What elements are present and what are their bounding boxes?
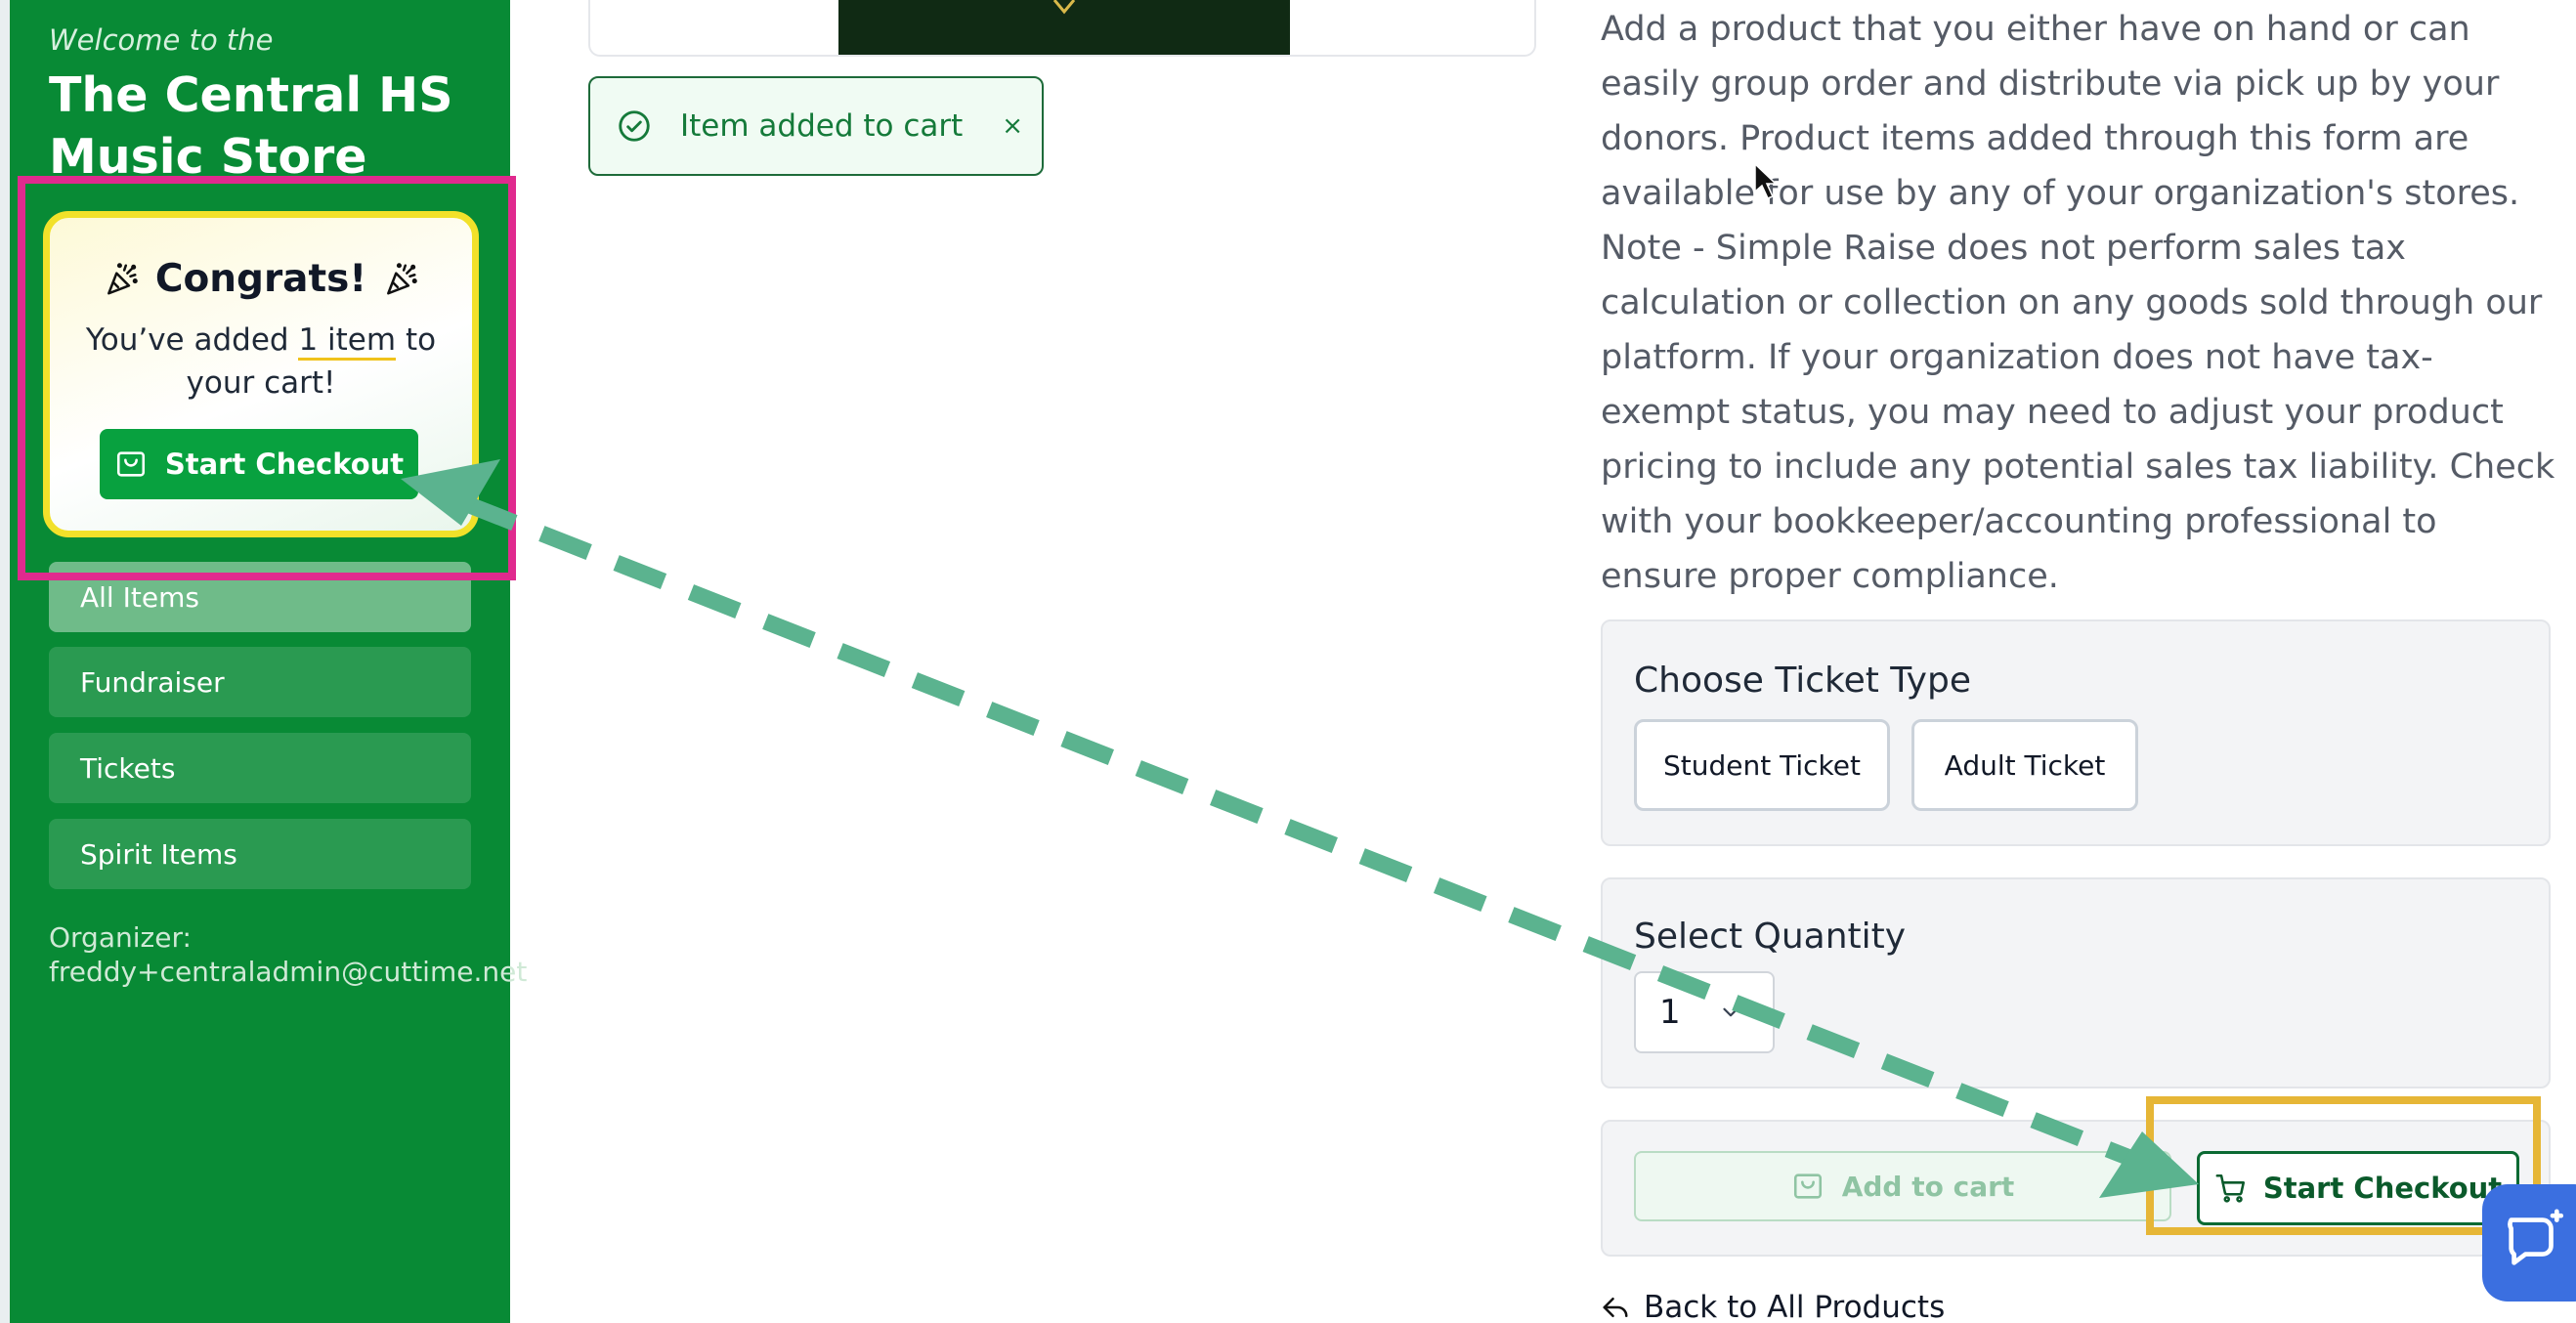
product-description: Add a product that you either have on ha… [1601,10,2555,596]
organizer-info: Organizer: freddy+centraladmin@cuttime.n… [49,920,527,989]
quantity-value: 1 [1659,993,1681,1032]
sidebar-item-label: Fundraiser [80,665,225,699]
ticket-type-title: Choose Ticket Type [1634,661,1971,701]
back-link-label: Back to All Products [1644,1290,1946,1323]
toast-message: Item added to cart [680,108,964,144]
sidebar-item-tickets[interactable]: Tickets [49,733,471,803]
organizer-email: freddy+centraladmin@cuttime.net [49,956,528,988]
organizer-label: Organizer: [49,921,192,954]
sidebar-item-label: All Items [80,580,199,614]
quantity-title: Select Quantity [1634,917,1907,957]
close-icon[interactable]: × [1002,111,1023,141]
toast-notification: Item added to cart × [588,76,1044,176]
left-edge-strip [0,0,10,1323]
chat-widget-button[interactable] [2482,1184,2576,1302]
adult-ticket-button[interactable]: Adult Ticket [1911,719,2138,811]
store-title: The Central HS Music Store [49,67,453,185]
back-arrow-icon [1603,1298,1628,1317]
product-image-emblem [1052,0,1076,15]
quantity-panel: Select Quantity 1 [1601,877,2551,1088]
add-to-cart-label: Add to cart [1841,1170,2015,1203]
back-to-products-link[interactable]: Back to All Products [1601,1290,1945,1323]
ticket-type-panel: Choose Ticket Type Student Ticket Adult … [1601,619,2551,846]
add-to-cart-button[interactable]: Add to cart [1634,1151,2171,1221]
sidebar-item-label: Tickets [80,751,176,785]
check-circle-icon [619,110,650,142]
product-image [838,0,1290,55]
chat-icon [2508,1209,2564,1265]
chevron-down-icon [1723,1007,1739,1017]
student-ticket-button[interactable]: Student Ticket [1634,719,1890,811]
sidebar-item-fundraiser[interactable]: Fundraiser [49,647,471,717]
welcome-text: Welcome to the [49,23,274,57]
cart-icon [1793,1174,1822,1199]
sidebar-item-spirit-items[interactable]: Spirit Items [49,819,471,889]
quantity-select[interactable]: 1 [1634,971,1775,1053]
sidebar-item-label: Spirit Items [80,837,237,871]
annotation-highlight-box [18,176,516,580]
